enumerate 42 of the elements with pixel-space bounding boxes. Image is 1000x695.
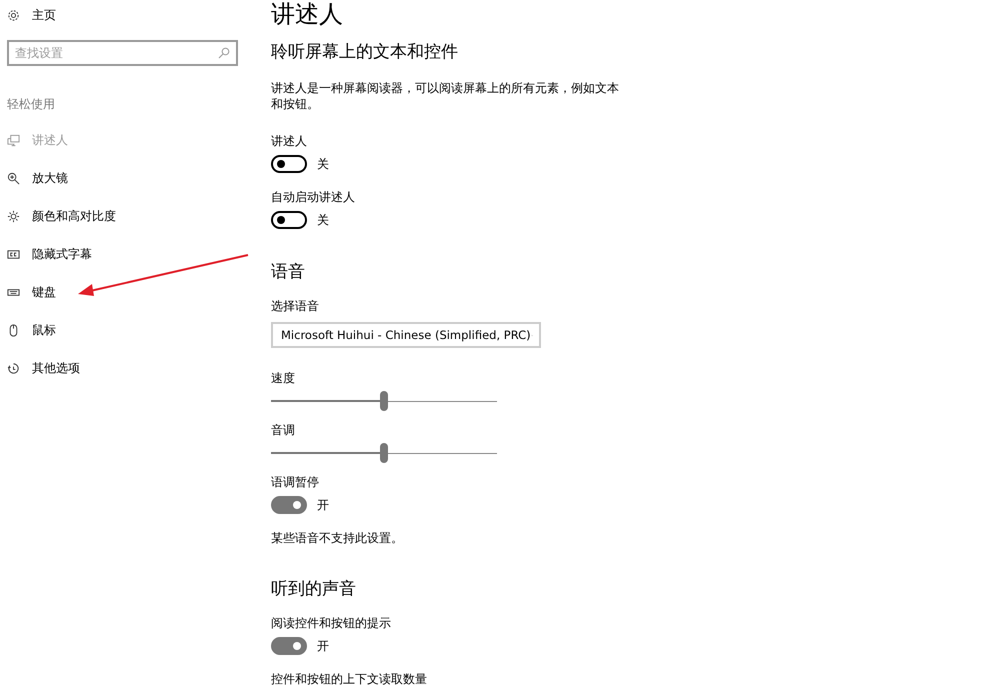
setting-label: 选择语音 [271, 298, 319, 314]
sidebar-item[interactable]: 放大镜 [7, 168, 68, 188]
settings-icon [7, 8, 20, 22]
page-title: 讲述人 [271, 0, 343, 28]
toggle-state-text: 开 [317, 638, 329, 654]
clock-icon [7, 362, 20, 374]
toggle-state-text: 关 [317, 212, 329, 228]
mouse-icon [7, 324, 20, 336]
home-link[interactable]: 主页 [7, 6, 250, 24]
sidebar-item[interactable]: 隐藏式字幕 [7, 244, 92, 264]
sidebar-item[interactable]: 鼠标 [7, 320, 56, 340]
toggle-switch[interactable] [271, 155, 307, 173]
sidebar-item[interactable]: 颜色和高对比度 [7, 206, 116, 226]
sun-icon [7, 210, 20, 222]
toggle-switch[interactable] [271, 637, 307, 655]
note-text: 某些语音不支持此设置。 [271, 530, 403, 546]
sidebar-item[interactable]: 键盘 [7, 282, 56, 302]
sidebar-item[interactable]: 其他选项 [7, 358, 80, 378]
search-field[interactable]: 查找设置 [7, 40, 238, 66]
magnifier-icon [7, 172, 20, 184]
toggle-switch[interactable] [271, 496, 307, 514]
slider-thumb[interactable] [380, 443, 388, 463]
toggle-switch[interactable] [271, 211, 307, 229]
search-icon [218, 47, 230, 59]
section-heading: 语音 [271, 261, 305, 284]
toggle-state-text: 开 [317, 496, 329, 514]
monitor-icon [7, 134, 20, 146]
setting-label: 自动启动讲述人 [271, 189, 355, 205]
section-subheading: 聆听屏幕上的文本和控件 [271, 41, 458, 64]
setting-label: 语调暂停 [271, 474, 319, 490]
group-label: 轻松使用 [7, 96, 56, 112]
voice-dropdown[interactable]: Microsoft Huihui - Chinese (Simplified, PRC) [271, 322, 541, 348]
setting-label: 音调 [271, 422, 295, 438]
description-text: 讲述人是一种屏幕阅读器，可以阅读屏幕上的所有元素，例如文本和按钮。 [271, 80, 620, 112]
slider-thumb[interactable] [380, 391, 388, 411]
setting-label: 阅读控件和按钮的提示 [271, 615, 391, 631]
toggle-state-text: 关 [317, 156, 329, 172]
section-heading: 听到的声音 [271, 578, 356, 601]
setting-label: 控件和按钮的上下文读取数量 [271, 671, 427, 687]
setting-label: 速度 [271, 370, 295, 386]
setting-label: 讲述人 [271, 133, 307, 149]
captions-icon [7, 248, 20, 260]
